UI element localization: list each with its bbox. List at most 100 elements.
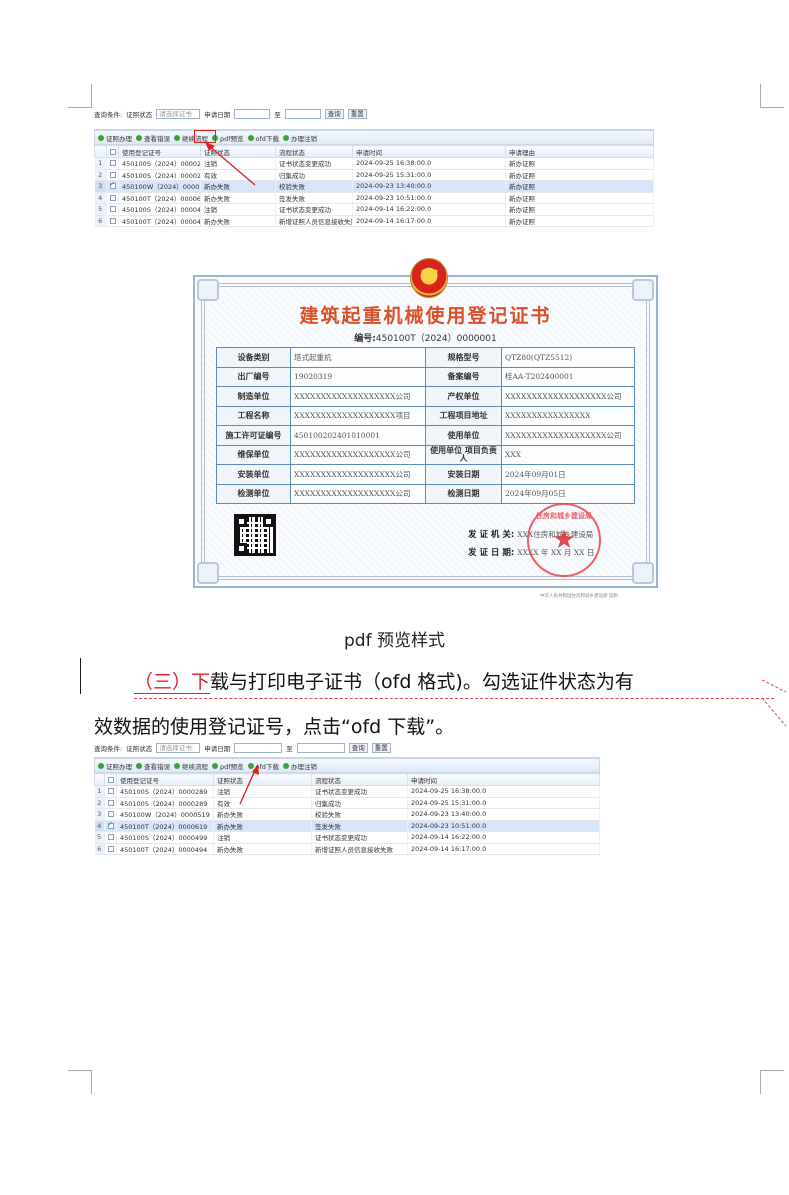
date-to-input[interactable] — [284, 109, 321, 119]
section-number: （三）下 — [134, 671, 211, 694]
toolbar-button-2[interactable]: 继续流程 — [174, 761, 208, 771]
row-checkbox[interactable] — [109, 171, 116, 178]
cell-time: 2024-09-25 15:31:00.0 — [407, 797, 600, 809]
table-row[interactable]: 5 450100S（2024）0000499注销证书状态变更成功2024-09-1… — [94, 831, 600, 844]
toolbar-button-0[interactable]: 证照办理 — [98, 133, 132, 143]
select-all-checkbox[interactable] — [107, 776, 114, 783]
certificate-table: 设备类别 塔式起重机 规格型号 QTZ80(QTZ5512) 出厂编号 19020319 备… — [216, 347, 635, 504]
row-checkbox[interactable] — [107, 820, 114, 829]
field-label: 产权单位 — [425, 386, 502, 407]
table-row[interactable]: 4 450100T（2024）0000619新办失败签发失败2024-09-23 … — [94, 820, 600, 832]
certificate-row: 安装单位 XXXXXXXXXXXXXXXXXXX公司 安装日期 2024年09月01日 — [216, 464, 635, 485]
table-row[interactable]: 4 450100T（2024）0000619新办失败签发失败2024-09-23 … — [94, 192, 654, 204]
arrow-annotation — [205, 142, 256, 186]
cell-no: 450100S（2024）0000289 — [116, 785, 214, 798]
select-all-checkbox[interactable] — [109, 148, 116, 155]
cell-no: 450100T（2024）0000619 — [116, 820, 214, 832]
field-label: 检测单位 — [216, 483, 291, 504]
cell-status: 新办失败 — [213, 808, 312, 821]
row-checkbox[interactable] — [107, 811, 114, 818]
col-header[interactable]: 申请时间 — [352, 145, 506, 158]
field-value: XXXXXXXXXXXXXXXX — [501, 405, 635, 426]
cell-no: 450100T（2024）0000619 — [118, 192, 201, 204]
crop-mark-bottom-left — [68, 1070, 92, 1094]
col-header[interactable]: 申请时间 — [407, 773, 600, 786]
table-row[interactable]: 3450100W（2024）0000519新办失败校验失败2024-09-23 … — [94, 808, 600, 821]
date-to-input[interactable] — [296, 743, 345, 753]
row-checkbox[interactable] — [109, 181, 116, 190]
date-from-input[interactable] — [234, 109, 271, 119]
cell-flow: 归集成功 — [311, 797, 408, 809]
grid-screenshot-1: 查询条件: 证照状态 请选择证书 申请日期 至 查询 重置 证照办理 查看错误 … — [94, 106, 654, 227]
cell-flow: 证书状态变更成功 — [275, 157, 353, 170]
cell-no: 450100S（2024）0000289 — [118, 169, 201, 181]
toolbar-button-0[interactable]: 证照办理 — [98, 761, 132, 771]
row-checkbox[interactable] — [107, 788, 114, 795]
row-checkbox[interactable] — [109, 194, 116, 201]
table-row[interactable]: 2450100S（2024）0000289有效归集成功2024-09-25 15… — [94, 797, 600, 809]
cell-status: 新办失败 — [200, 192, 276, 204]
cell-reason: 新办证照 — [505, 192, 654, 204]
toolbar-button-1[interactable]: 查看错误 — [136, 133, 170, 143]
field-label: 施工许可证编号 — [216, 425, 291, 446]
field-label: 出厂编号 — [216, 366, 291, 387]
status-select[interactable]: 请选择证书 — [156, 109, 201, 119]
toolbar: 证照办理 查看错误 继续流程 pdf预览 ofd下载 办理注销 — [94, 758, 600, 773]
certificate-row: 检测单位 XXXXXXXXXXXXXXXXXXX公司 检测日期 2024年09月05日 — [216, 483, 635, 504]
plus-icon — [98, 762, 104, 769]
field-label: 维保单位 — [216, 444, 291, 465]
field-label: 工程项目地址 — [425, 405, 502, 426]
col-header[interactable]: 流程状态 — [275, 145, 353, 158]
query-bar: 查询条件: 证照状态 请选择证书 申请日期 至 查询 重置 — [94, 106, 654, 122]
row-number: 1 — [94, 785, 105, 798]
revision-balloon-connector — [761, 679, 787, 727]
table-row[interactable]: 1450100S（2024）0000289注销证书状态变更成功2024-09-2… — [94, 157, 654, 170]
table-row[interactable]: 6 450100T（2024）0000494新办失败新增证照人员信息接收失败202… — [94, 843, 600, 855]
row-checkbox[interactable] — [107, 834, 114, 841]
table-row[interactable]: 6 450100T（2024）0000494新办失败新增证照人员信息接收失败202… — [94, 215, 654, 227]
col-header[interactable]: 流程状态 — [311, 773, 408, 786]
field-value: XXXXXXXXXXXXXXXXXXX公司 — [501, 425, 635, 446]
row-checkbox[interactable] — [107, 799, 114, 806]
certificate-row: 维保单位 XXXXXXXXXXXXXXXXXXX公司 使用单位 项目负责人 XXX — [216, 444, 635, 465]
table-row[interactable]: 2450100S（2024）0000289有效归集成功2024-09-25 15… — [94, 169, 654, 181]
figure-caption: pdf 预览样式 — [344, 631, 445, 651]
field-value: XXXXXXXXXXXXXXXXXXX公司 — [290, 464, 426, 485]
paragraph-line-1: （三）下载与打印电子证书（ofd 格式)。勾选证件状态为有 — [134, 671, 634, 694]
cell-reason: 新办证照 — [505, 180, 654, 193]
reset-button[interactable]: 重置 — [347, 109, 367, 119]
toolbar-button-5[interactable]: 办理注销 — [282, 133, 317, 143]
row-checkbox[interactable] — [109, 217, 116, 224]
row-checkbox[interactable] — [107, 845, 114, 852]
corner-ornament — [632, 562, 654, 584]
table-row[interactable]: 5 450100S（2024）0000499注销证书状态变更成功2024-09-1… — [94, 203, 654, 216]
toolbar-button-5[interactable]: 办理注销 — [282, 761, 317, 771]
cell-time: 2024-09-14 16:22:00.0 — [407, 831, 600, 844]
table-row[interactable]: 1450100S（2024）0000289注销证书状态变更成功2024-09-2… — [94, 785, 600, 798]
cell-status: 新办失败 — [213, 843, 312, 855]
col-header[interactable]: 使用登记证号 — [116, 773, 214, 786]
field-label: 制造单位 — [216, 386, 291, 407]
search-button[interactable]: 查询 — [324, 109, 344, 119]
row-number: 4 — [94, 192, 107, 204]
cell-time: 2024-09-23 10:51:00.0 — [407, 820, 600, 832]
field-value: 2024年09月01日 — [501, 464, 635, 485]
table-row[interactable]: 3450100W（2024）0000519新办失败校验失败2024-09-23 … — [94, 180, 654, 193]
toolbar-button-1[interactable]: 查看错误 — [136, 761, 170, 771]
field-value: XXXXXXXXXXXXXXXXXXX公司 — [501, 386, 635, 407]
row-number: 6 — [94, 215, 107, 227]
cell-flow: 证书状态变更成功 — [311, 785, 408, 798]
reset-button[interactable]: 重置 — [371, 743, 391, 753]
field-value: XXXXXXXXXXXXXXXXXXX公司 — [290, 444, 426, 465]
col-header[interactable]: 使用登记证号 — [118, 145, 201, 158]
row-checkbox[interactable] — [109, 206, 116, 213]
search-button[interactable]: 查询 — [348, 743, 368, 753]
plus-icon — [174, 762, 180, 769]
cell-flow: 证书状态变更成功 — [311, 831, 408, 844]
status-select[interactable]: 请选择证书 — [156, 743, 201, 753]
row-checkbox[interactable] — [109, 160, 116, 167]
query-bar: 查询条件: 证照状态 请选择证书 申请日期 至 查询 重置 — [94, 740, 600, 756]
date-label: 申请日期 — [204, 111, 231, 119]
col-header[interactable]: 申请理由 — [505, 145, 654, 158]
date-from-input[interactable] — [234, 743, 283, 753]
